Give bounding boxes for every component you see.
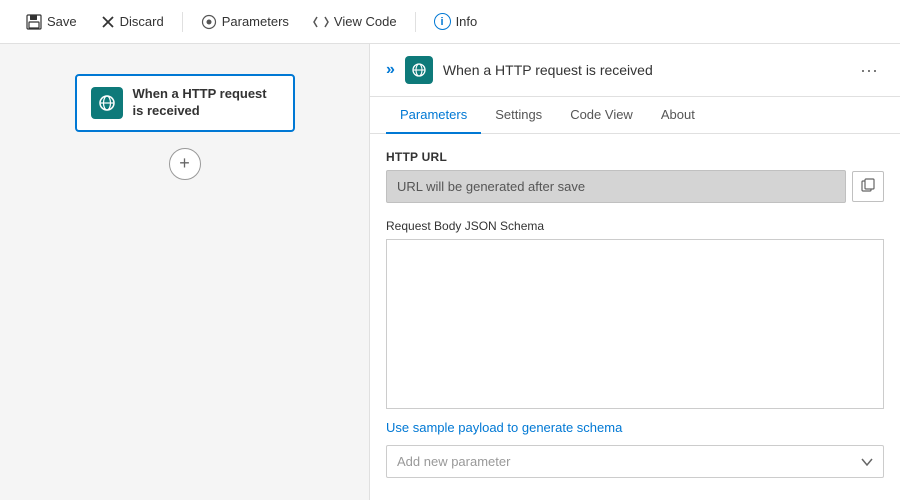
panel-body: HTTP URL URL will be generated after sav… [370, 134, 900, 500]
more-options-button[interactable]: ··· [854, 58, 884, 83]
chevron-down-icon [861, 458, 873, 466]
copy-icon [861, 178, 875, 192]
separator-2 [415, 12, 416, 32]
view-code-button[interactable]: View Code [303, 8, 407, 35]
http-trigger-label: When a HTTP request is received [133, 86, 279, 120]
http-trigger-icon [91, 87, 123, 119]
right-panel: » When a HTTP request is received ··· Pa… [370, 44, 900, 500]
panel-title: When a HTTP request is received [443, 62, 844, 78]
save-button[interactable]: Save [16, 8, 87, 36]
add-parameter-placeholder: Add new parameter [397, 454, 861, 469]
parameters-button[interactable]: Parameters [191, 8, 299, 36]
copy-url-button[interactable] [852, 171, 884, 202]
expand-icon[interactable]: » [386, 61, 395, 79]
discard-button[interactable]: Discard [91, 8, 174, 35]
tab-settings[interactable]: Settings [481, 97, 556, 134]
save-icon [26, 14, 42, 30]
info-button[interactable]: i Info [424, 7, 488, 36]
code-icon [313, 15, 329, 29]
tab-code-view[interactable]: Code View [556, 97, 647, 134]
http-url-label: HTTP URL [386, 150, 884, 164]
panel-header: » When a HTTP request is received ··· [370, 44, 900, 97]
tab-about[interactable]: About [647, 97, 709, 134]
main-area: When a HTTP request is received + » When… [0, 44, 900, 500]
x-icon [101, 15, 115, 29]
ellipsis-icon: ··· [860, 60, 878, 80]
canvas: When a HTTP request is received + [0, 44, 370, 500]
plus-icon: + [179, 153, 190, 174]
toolbar: Save Discard Parameters View Code i Info [0, 0, 900, 44]
http-trigger-card[interactable]: When a HTTP request is received [75, 74, 295, 132]
url-field-wrapper: URL will be generated after save [386, 170, 884, 203]
schema-label: Request Body JSON Schema [386, 219, 884, 233]
parameters-icon [201, 14, 217, 30]
tab-parameters[interactable]: Parameters [386, 97, 481, 134]
add-step-button[interactable]: + [169, 148, 201, 180]
url-field: URL will be generated after save [386, 170, 846, 203]
info-icon: i [434, 13, 451, 30]
generate-schema-link[interactable]: Use sample payload to generate schema [386, 420, 622, 435]
schema-textarea[interactable] [386, 239, 884, 409]
separator-1 [182, 12, 183, 32]
panel-action-icon [405, 56, 433, 84]
tabs-bar: Parameters Settings Code View About [370, 97, 900, 134]
add-parameter-dropdown[interactable]: Add new parameter [386, 445, 884, 478]
